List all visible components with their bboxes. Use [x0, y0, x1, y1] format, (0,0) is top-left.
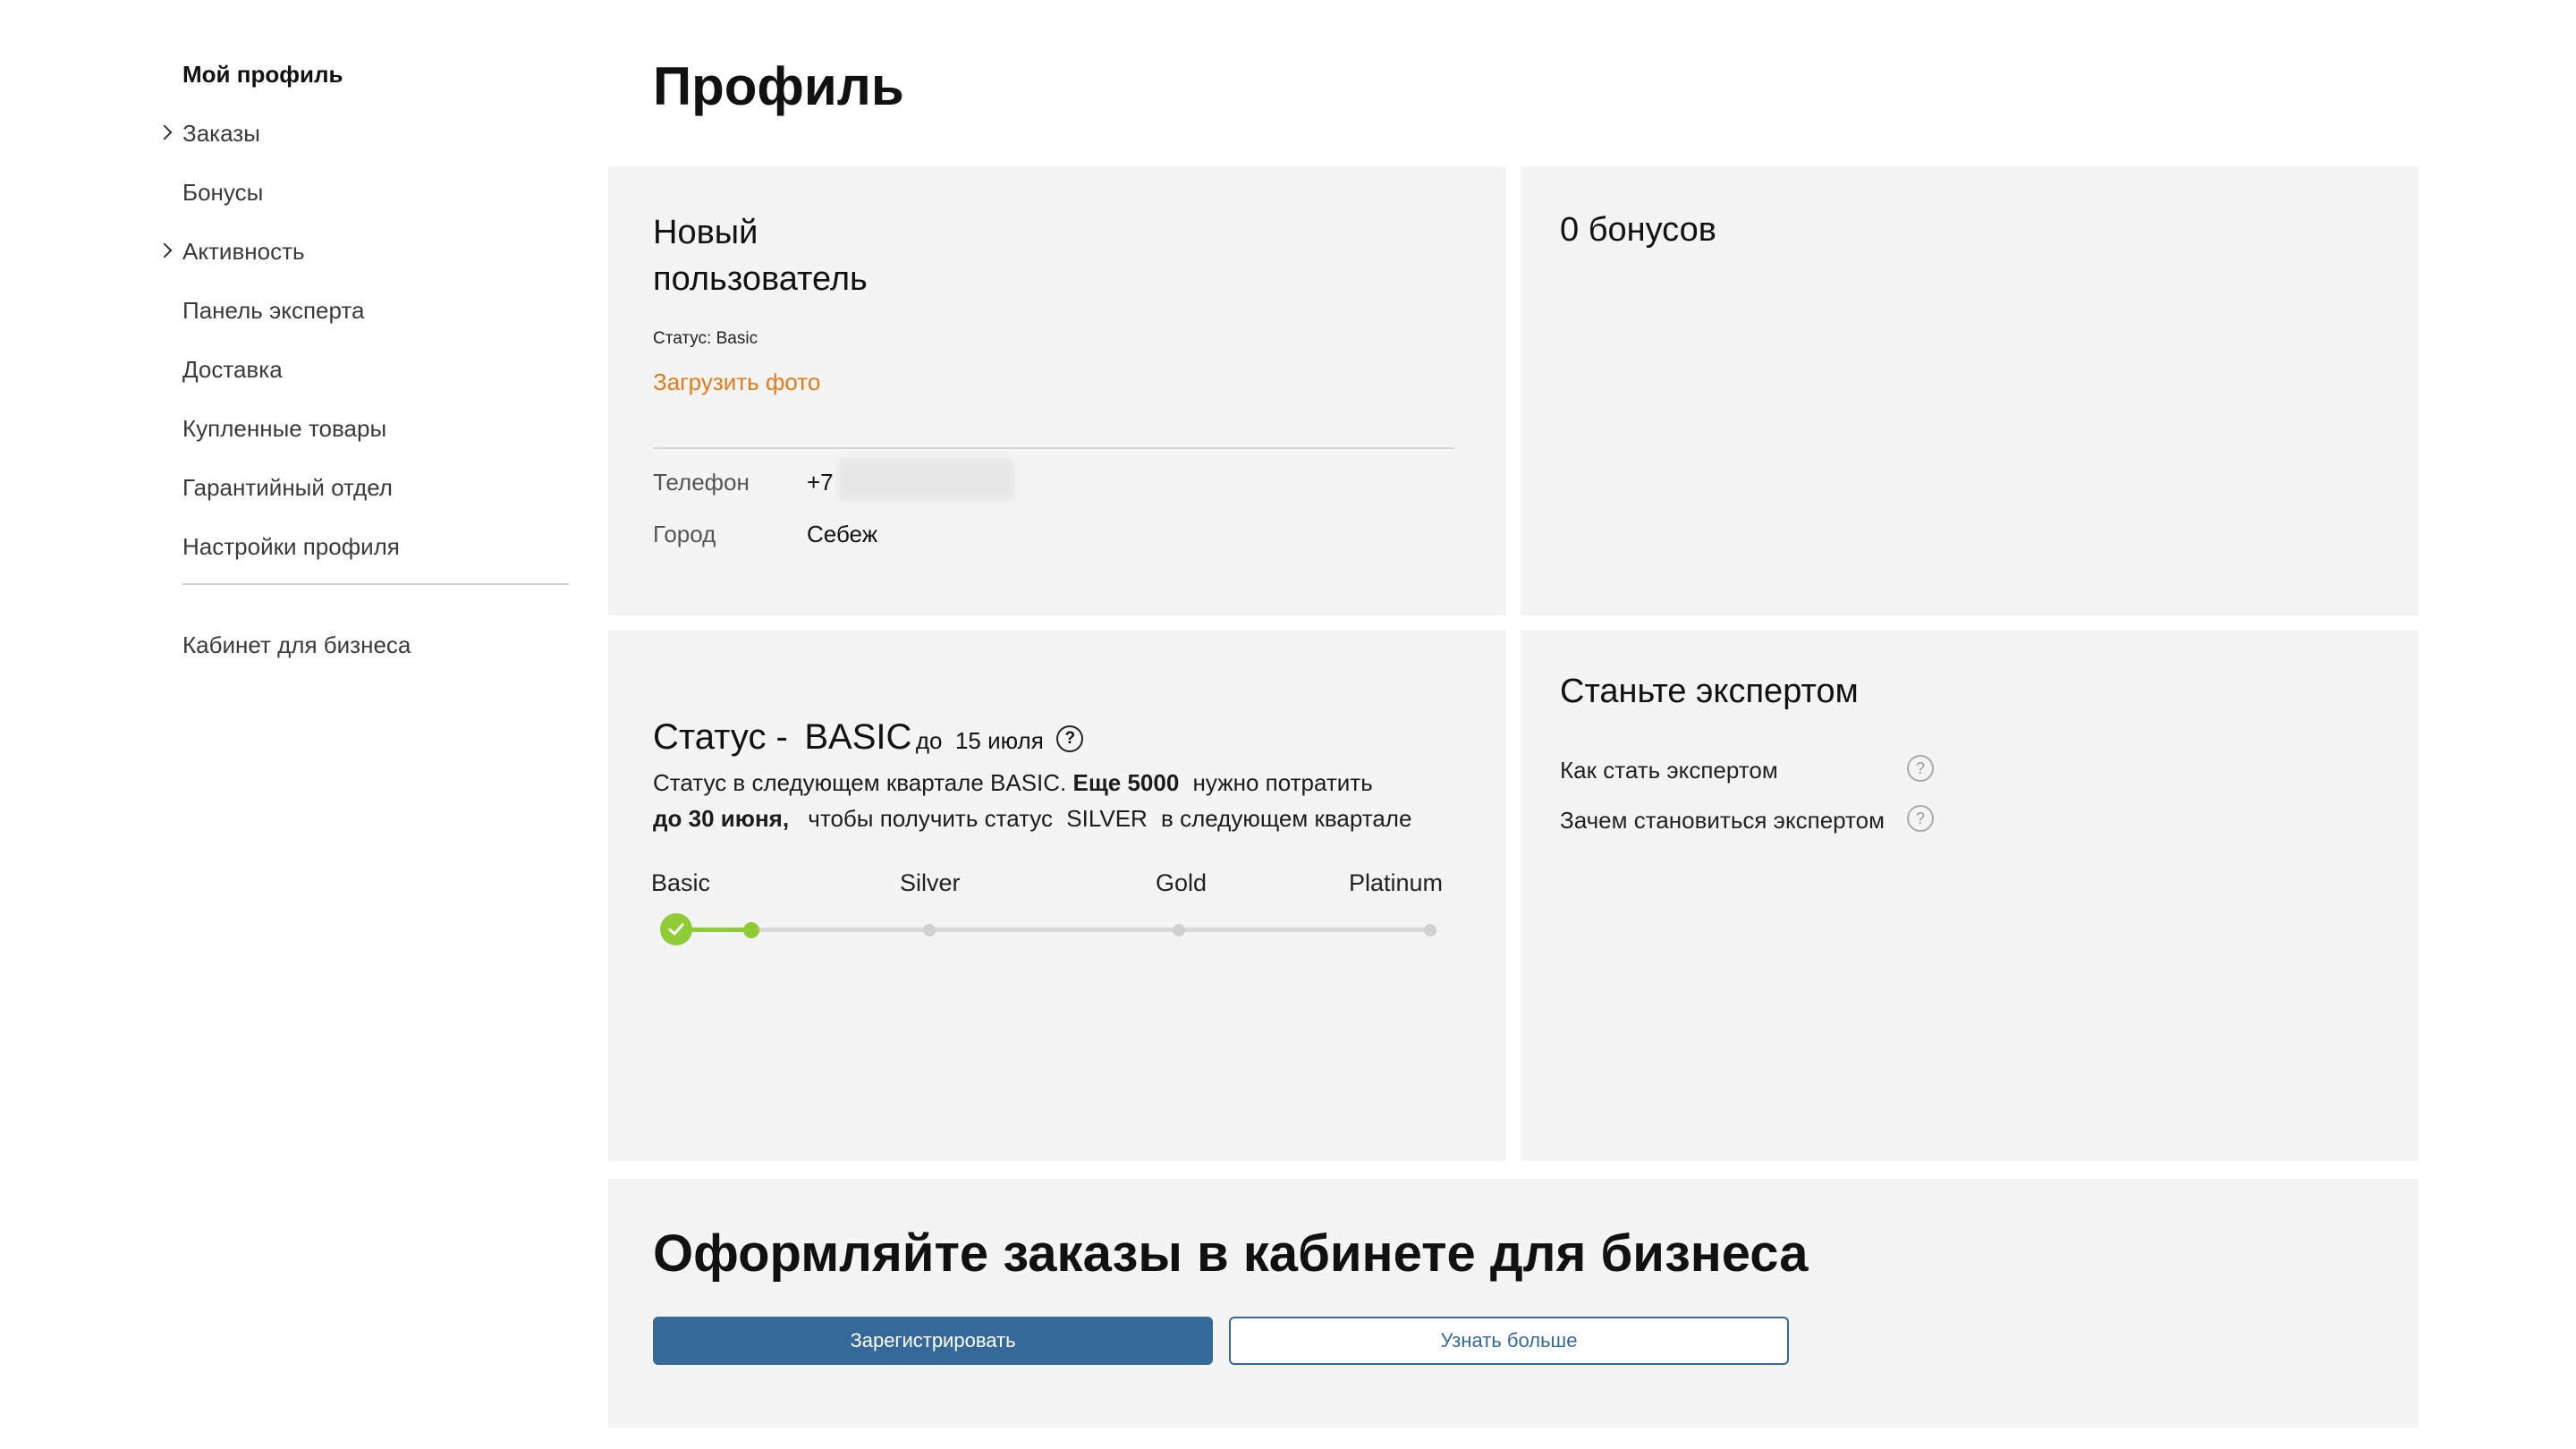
sidebar-item-bonuses[interactable]: Бонусы	[182, 179, 263, 207]
status-heading-prefix: Статус -	[653, 717, 788, 757]
business-banner-title: Оформляйте заказы в кабинете для бизнеса	[653, 1224, 1809, 1283]
status-info-tail: нужно потратить	[1192, 769, 1373, 796]
why-become-expert-link[interactable]: Зачем становиться экспертом	[1560, 807, 1885, 835]
how-to-become-expert-link[interactable]: Как стать экспертом	[1560, 757, 1778, 784]
status-date: 15 июля	[954, 727, 1044, 754]
sidebar-item-orders[interactable]: Заказы	[182, 120, 260, 148]
sidebar-item-business-cabinet[interactable]: Кабинет для бизнеса	[182, 631, 411, 659]
tier-label-silver: Silver	[900, 869, 961, 896]
tier-dot-silver	[923, 924, 936, 936]
sidebar-item-warranty[interactable]: Гарантийный отдел	[182, 474, 393, 502]
profile-divider	[653, 447, 1454, 449]
tier-dot-gold	[1173, 924, 1185, 936]
user-name: Новый пользователь	[653, 209, 868, 303]
status-info-text: Статус в следующем квартале BASIC.	[653, 769, 1067, 796]
tier-label-platinum: Platinum	[1349, 869, 1444, 896]
sidebar-divider	[182, 583, 569, 585]
phone-label: Телефон	[653, 469, 750, 496]
question-icon[interactable]: ?	[1907, 755, 1934, 782]
chevron-right-icon[interactable]	[157, 124, 173, 140]
city-label: Город	[653, 521, 716, 547]
sidebar-nav: Мой профиль Заказы Бонусы Активность Пан…	[0, 0, 590, 1449]
learn-more-button[interactable]: Узнать больше	[1229, 1317, 1789, 1365]
progress-position-dot	[743, 922, 759, 938]
bonus-balance: 0 бонусов	[1560, 211, 1716, 249]
sidebar-item-activity[interactable]: Активность	[182, 238, 305, 266]
business-banner	[608, 1179, 2419, 1428]
city-value: Себеж	[807, 521, 878, 547]
status-info-line1: Статус в следующем квартале BASIC. Еще 5…	[653, 769, 1373, 797]
status-deadline: до 30 июня,	[653, 805, 790, 832]
user-name-line1: Новый	[653, 214, 758, 251]
status-goal-text: чтобы получить статус	[808, 805, 1054, 832]
status-goal-tail: в следующем квартале	[1161, 805, 1412, 832]
page-title: Профиль	[653, 56, 904, 116]
status-info-line2: до 30 июня, чтобы получить статус SILVER…	[653, 805, 1411, 833]
status-next-level: SILVER	[1066, 805, 1148, 832]
expert-card-title: Станьте экспертом	[1560, 673, 1859, 710]
upload-photo-link[interactable]: Загрузить фото	[653, 369, 820, 396]
status-level: BASIC	[804, 717, 912, 757]
status-progress-track	[676, 928, 1431, 932]
tier-dot-platinum	[1424, 924, 1436, 936]
user-status-text: Статус: Basic	[653, 329, 758, 348]
question-icon[interactable]: ?	[1907, 805, 1934, 832]
status-amount: Еще 5000	[1072, 769, 1180, 796]
check-icon	[660, 913, 692, 945]
status-heading: Статус - BASIC до 15 июля ?	[653, 717, 1084, 758]
help-circle-icon[interactable]: ?	[1056, 725, 1084, 752]
register-button[interactable]: Зарегистрировать	[653, 1317, 1213, 1365]
phone-redaction-blur	[837, 458, 1014, 501]
sidebar-item-profile-settings[interactable]: Настройки профиля	[182, 533, 400, 561]
sidebar-item-expert-panel[interactable]: Панель эксперта	[182, 297, 364, 325]
status-until: до	[915, 727, 943, 754]
user-name-line2: пользователь	[653, 260, 868, 299]
sidebar-item-delivery[interactable]: Доставка	[182, 356, 283, 384]
sidebar-item-purchased[interactable]: Купленные товары	[182, 415, 386, 443]
tier-label-gold: Gold	[1156, 869, 1208, 896]
tier-label-basic: Basic	[651, 869, 711, 896]
phone-value: +7	[807, 469, 834, 496]
sidebar-item-my-profile[interactable]: Мой профиль	[182, 61, 343, 89]
chevron-right-icon[interactable]	[157, 242, 173, 258]
